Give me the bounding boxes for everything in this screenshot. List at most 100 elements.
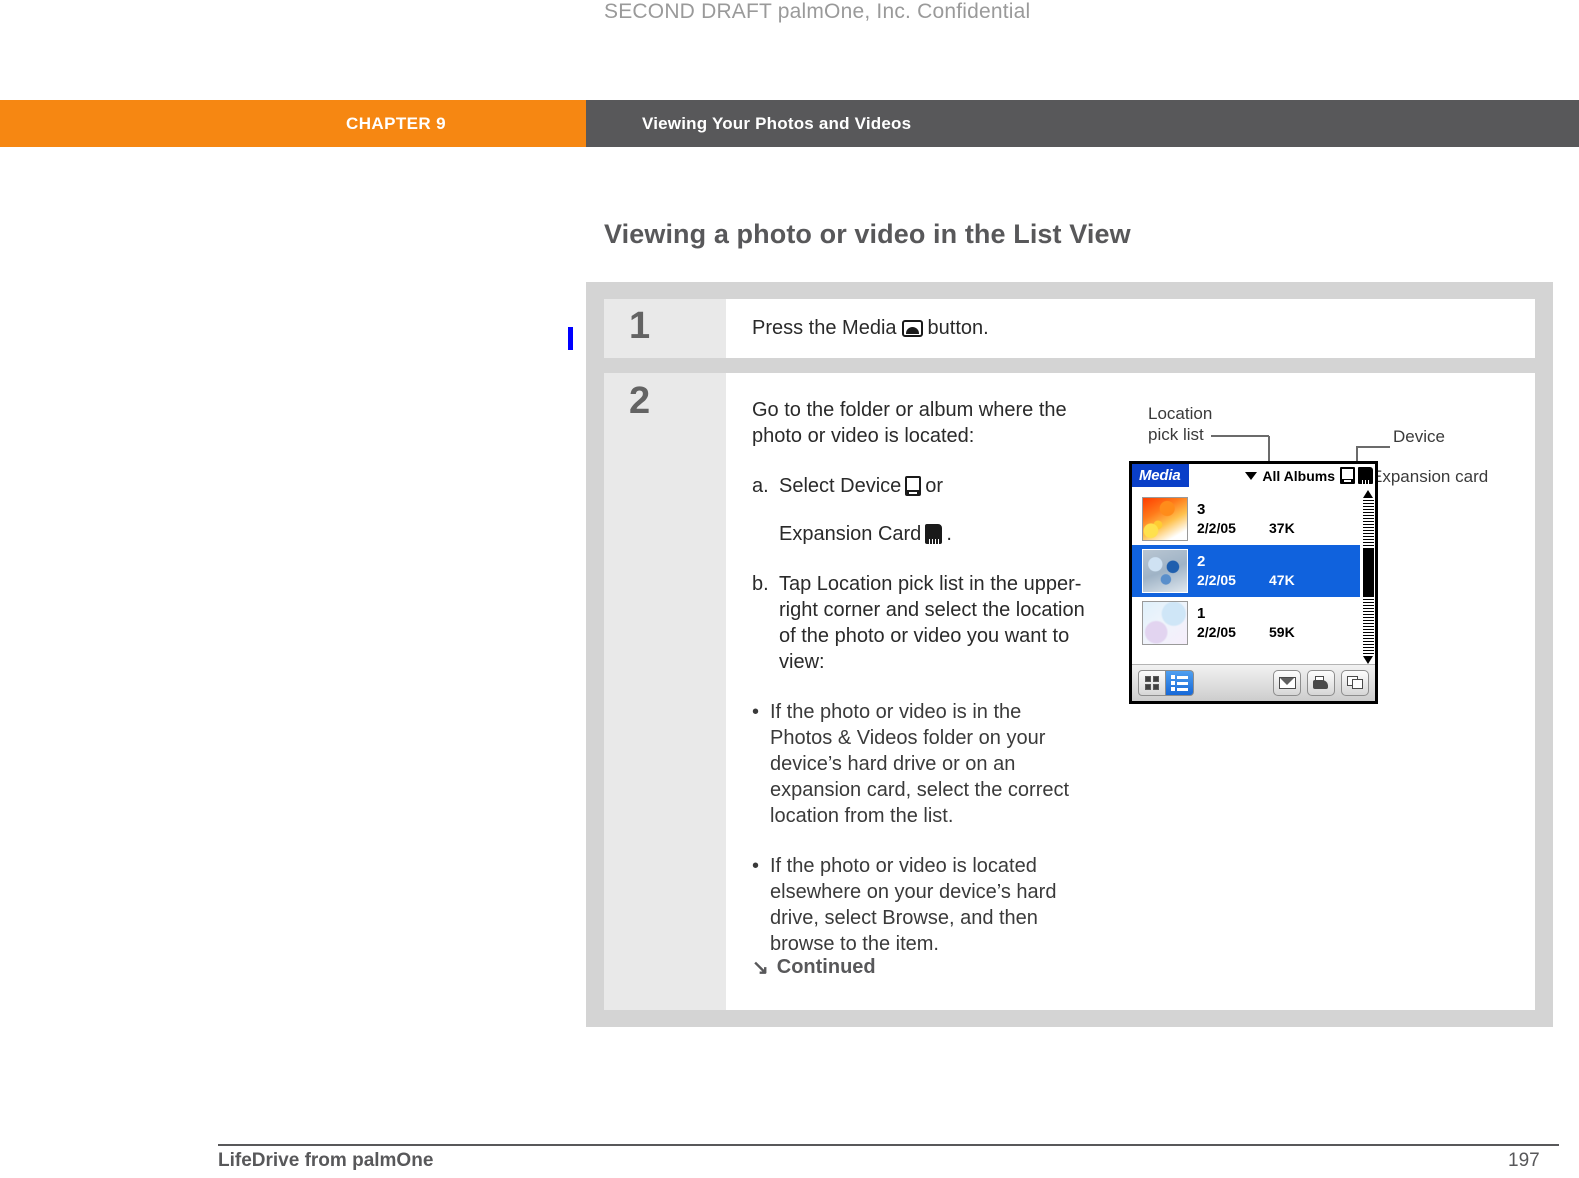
step-2-intro: Go to the folder or album where the phot… [752,399,1067,447]
bullet-text: If the photo or video is located elsewhe… [770,855,1057,955]
list-item: • If the photo or video is located elsew… [752,853,1087,957]
list-item-details: 2/2/05 59K [1197,625,1360,640]
callout-device: Device [1393,427,1445,446]
substep-a-line2-text: Expansion Card [779,523,922,545]
substep-b-bullet-list: • If the photo or video is in the Photos… [752,699,1087,957]
chapter-label: CHAPTER 9 [346,113,446,133]
substep-b-text: Tap Location pick list in the upper-righ… [779,573,1085,673]
grid-view-icon[interactable] [1138,670,1166,696]
step-number-cell: 2 [604,373,726,1010]
scroll-up-arrow-icon[interactable] [1363,490,1373,498]
leader-line-location [1211,435,1269,437]
arrow-down-right-icon: ↘ [752,956,769,979]
step-2-instruction: Go to the folder or album where the phot… [752,397,1087,957]
list-item-date: 2/2/05 [1197,624,1236,641]
list-item-date: 2/2/05 [1197,572,1236,589]
pda-screenshot: Media All Albums 3 2/2/05 37K 2 2/2/05 4… [1129,461,1378,704]
callout-location-line1: Location [1148,404,1213,423]
location-pick-list-value: All Albums [1262,467,1335,484]
printer-icon[interactable] [1307,670,1335,696]
step-1-instruction: Press the Media button. [752,317,989,340]
scroll-down-arrow-icon[interactable] [1363,656,1373,664]
chevron-down-icon [1245,471,1258,480]
substep-a-line2-tail: . [946,523,952,545]
list-item-name: 3 [1197,501,1206,519]
pda-media-list: 3 2/2/05 37K 2 2/2/05 47K 1 2/2/05 59K [1132,487,1375,664]
change-bar-marker [568,327,573,350]
page-title: Viewing a photo or video in the List Vie… [604,219,1131,249]
expansion-card-icon[interactable] [1358,467,1373,484]
list-item-meta: 1 2/2/05 59K [1188,606,1360,639]
substep-a-line2: Expansion Card. [752,521,1087,547]
list-item[interactable]: 2 2/2/05 47K [1132,545,1360,597]
list-item[interactable]: 1 2/2/05 59K [1132,597,1360,649]
callout-location-line2: pick list [1148,425,1204,444]
substep-a-marker: a. [752,475,769,497]
scrollbar-thumb[interactable] [1362,547,1374,597]
continued-marker: ↘ Continued [752,956,876,979]
substep-a-content: Select Device or [779,473,1087,499]
list-item-size: 47K [1269,572,1295,589]
envelope-glyph-icon [1278,677,1296,689]
thumbnail-image [1142,497,1188,541]
pda-media-rows: 3 2/2/05 37K 2 2/2/05 47K 1 2/2/05 59K [1132,487,1360,664]
footer-divider [218,1144,1559,1146]
location-pick-list[interactable]: All Albums [1245,468,1335,484]
chapter-title-block: Viewing Your Photos and Videos [586,100,1579,147]
callout-location-pick-list: Location pick list [1148,403,1212,445]
list-item-details: 2/2/05 47K [1197,573,1360,588]
printer-glyph-icon [1312,676,1330,690]
bullet-dot-icon: • [752,701,760,723]
list-item: • If the photo or video is in the Photos… [752,699,1087,829]
list-item-meta: 3 2/2/05 37K [1188,502,1360,535]
list-item-name: 1 [1197,605,1206,623]
page-number: 197 [1508,1150,1540,1171]
step-1-text-after: button. [927,317,989,339]
step-body: Press the Media button. [726,299,1535,358]
chapter-header-band: CHAPTER 9 Viewing Your Photos and Videos [0,100,1579,147]
draft-notice: SECOND DRAFT palmOne, Inc. Confidential [604,0,1031,23]
substep-a-line1-tail: or [925,475,944,497]
copy-icon[interactable] [1341,670,1369,696]
pda-app-name: Media [1132,464,1189,487]
substep-a-line1-text: Select Device [779,475,902,497]
callout-expansion-card: Expansion card [1371,467,1489,486]
list-item[interactable]: 3 2/2/05 37K [1132,493,1360,545]
list-item-size: 59K [1269,624,1295,641]
bullet-dot-icon: • [752,855,760,877]
grid-glyph-icon [1145,676,1159,690]
scrollbar[interactable] [1360,487,1375,664]
list-item-details: 2/2/05 37K [1197,521,1360,536]
steps-panel: 1 Press the Media button. 2 Go to the fo… [586,282,1553,1027]
chapter-title: Viewing Your Photos and Videos [642,113,912,133]
substep-a: a. Select Device or [752,473,1087,499]
expansion-card-icon [925,524,943,544]
pda-toolbar [1132,664,1375,701]
leader-line-device [1356,446,1390,448]
list-item-date: 2/2/05 [1197,520,1236,537]
footer-product-name: LifeDrive from palmOne [218,1150,434,1171]
list-item-meta: 2 2/2/05 47K [1188,554,1360,587]
device-icon[interactable] [1340,467,1355,484]
view-mode-toggle [1138,670,1194,696]
substep-b-marker: b. [752,573,769,595]
pda-titlebar: Media All Albums [1132,464,1375,487]
envelope-icon[interactable] [1273,670,1301,696]
scrollbar-track[interactable] [1362,500,1374,654]
step-number: 1 [629,305,651,347]
copy-glyph-icon [1346,676,1364,690]
pda-titlebar-right: All Albums [1188,464,1375,487]
pda-screen: Media All Albums 3 2/2/05 37K 2 2/2/05 4… [1129,461,1378,704]
chapter-number-block: CHAPTER 9 [0,100,586,147]
list-item-size: 37K [1269,520,1295,537]
media-icon [901,320,923,337]
list-glyph-icon [1171,675,1188,691]
device-icon [905,476,922,496]
thumbnail-image [1142,549,1188,593]
step-number: 2 [629,380,651,422]
substep-b: b. Tap Location pick list in the upper-r… [752,571,1087,675]
list-view-icon[interactable] [1166,670,1194,696]
step-1-text-before: Press the Media [752,317,897,339]
list-item-name: 2 [1197,553,1206,571]
continued-label: Continued [776,956,876,978]
